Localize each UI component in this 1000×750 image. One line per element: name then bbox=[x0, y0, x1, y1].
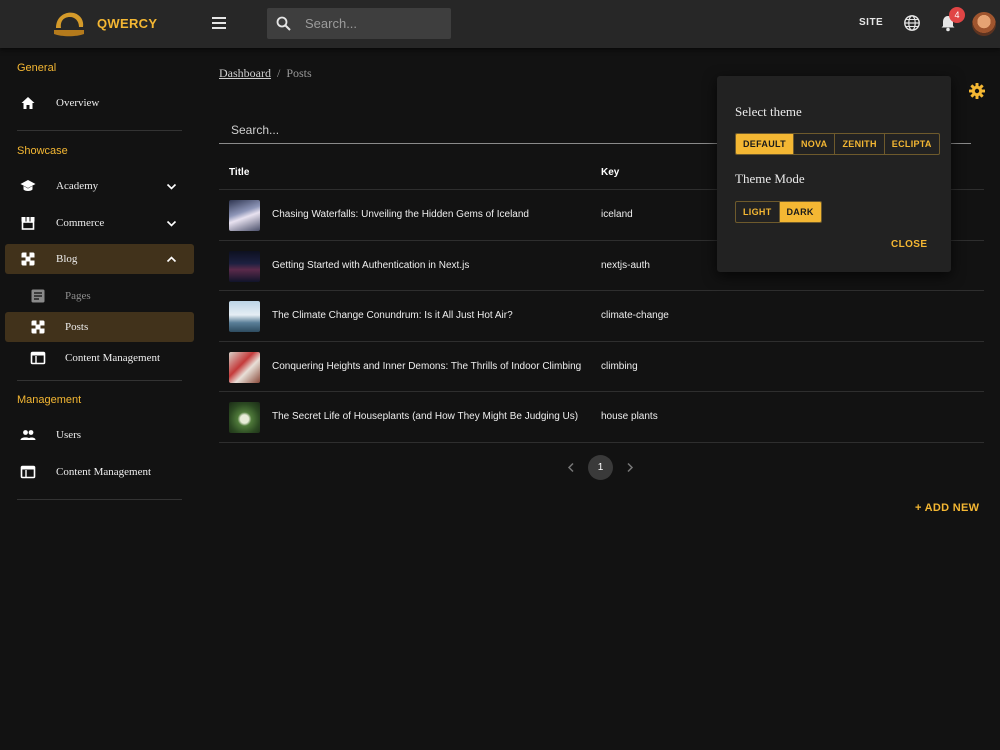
posts-search-placeholder: Search... bbox=[231, 123, 280, 137]
post-key: house plants bbox=[601, 411, 658, 422]
sidebar-item-blog[interactable]: Blog bbox=[5, 244, 194, 274]
logo-icon[interactable] bbox=[52, 8, 86, 38]
sidebar-divider bbox=[17, 130, 182, 131]
sidebar-divider bbox=[17, 380, 182, 381]
mode-option-light[interactable]: LIGHT bbox=[736, 202, 780, 222]
global-search-placeholder: Search... bbox=[305, 16, 358, 31]
post-title: Chasing Waterfalls: Unveiling the Hidden… bbox=[272, 209, 529, 220]
post-key: nextjs-auth bbox=[601, 259, 650, 271]
brand-name[interactable]: QWERCY bbox=[97, 16, 157, 31]
theme-option-default[interactable]: DEFAULT bbox=[736, 134, 794, 154]
chevron-down-icon bbox=[166, 220, 177, 227]
post-key: climate-change bbox=[601, 310, 669, 321]
top-app-bar: QWERCY Search... SITE 4 bbox=[0, 0, 1000, 48]
close-button[interactable]: CLOSE bbox=[891, 239, 927, 250]
sidebar-item-label: Content Management bbox=[65, 352, 161, 364]
post-title: The Secret Life of Houseplants (and How … bbox=[272, 411, 579, 422]
web-icon bbox=[20, 465, 36, 479]
sidebar-item-academy[interactable]: Academy bbox=[5, 171, 194, 201]
theme-mode-heading: Theme Mode bbox=[735, 171, 805, 186]
post-key: climbing bbox=[601, 360, 638, 372]
sidebar-item-label: Overview bbox=[56, 97, 100, 109]
home-icon bbox=[21, 97, 35, 109]
chevron-up-icon bbox=[166, 256, 177, 263]
section-title-showcase: Showcase bbox=[17, 145, 68, 157]
chevron-right-icon[interactable] bbox=[625, 462, 635, 473]
post-thumbnail bbox=[229, 200, 260, 231]
sidebar-item-label: Blog bbox=[56, 253, 78, 265]
search-icon bbox=[276, 16, 291, 31]
sidebar-item-commerce[interactable]: Commerce bbox=[5, 208, 194, 238]
theme-button-group: DEFAULT NOVA ZENITH ECLIPTA bbox=[735, 133, 940, 155]
breadcrumb: Dashboard / Posts bbox=[219, 66, 312, 81]
sidebar-item-label: Pages bbox=[65, 290, 91, 302]
sidebar-item-blog-content-management[interactable]: Content Management bbox=[5, 343, 194, 373]
add-new-button[interactable]: + ADD NEW bbox=[915, 502, 979, 514]
web-icon bbox=[30, 351, 46, 365]
chevron-down-icon bbox=[166, 183, 177, 190]
sidebar-item-content-management[interactable]: Content Management bbox=[5, 457, 194, 487]
sidebar-item-label: Content Management bbox=[56, 466, 152, 478]
sidebar-item-label: Posts bbox=[65, 321, 89, 333]
column-header-title[interactable]: Title bbox=[229, 167, 249, 178]
sidebar-item-pages[interactable]: Pages bbox=[5, 281, 194, 311]
theme-option-eclipta[interactable]: ECLIPTA bbox=[885, 134, 939, 154]
table-row[interactable]: The Climate Change Conundrum: Is it All … bbox=[219, 291, 984, 342]
theme-option-nova[interactable]: NOVA bbox=[794, 134, 836, 154]
breadcrumb-current: Posts bbox=[286, 66, 312, 80]
sidebar-item-users[interactable]: Users bbox=[5, 420, 194, 450]
notification-badge: 4 bbox=[949, 7, 965, 23]
table-row[interactable]: Conquering Heights and Inner Demons: The… bbox=[219, 342, 984, 392]
page-button-1[interactable]: 1 bbox=[588, 455, 613, 480]
menu-icon[interactable] bbox=[209, 14, 229, 34]
avatar[interactable] bbox=[972, 12, 996, 36]
theme-mode-button-group: LIGHT DARK bbox=[735, 201, 822, 223]
post-title: Getting Started with Authentication in N… bbox=[272, 259, 470, 271]
article-icon bbox=[31, 289, 45, 303]
global-search-input[interactable]: Search... bbox=[267, 8, 451, 39]
column-header-key[interactable]: Key bbox=[601, 167, 619, 178]
blog-icon bbox=[21, 252, 35, 266]
storefront-icon bbox=[21, 217, 35, 230]
sidebar-divider bbox=[17, 499, 182, 500]
chevron-left-icon[interactable] bbox=[566, 462, 576, 473]
people-icon bbox=[20, 430, 36, 440]
blog-icon bbox=[31, 320, 45, 334]
sidebar-item-label: Commerce bbox=[56, 217, 105, 229]
section-title-management: Management bbox=[17, 394, 82, 406]
mode-option-dark[interactable]: DARK bbox=[779, 202, 821, 222]
breadcrumb-separator: / bbox=[276, 66, 281, 80]
sidebar-item-posts[interactable]: Posts bbox=[5, 312, 194, 342]
table-row[interactable]: The Secret Life of Houseplants (and How … bbox=[219, 392, 984, 443]
post-title: Conquering Heights and Inner Demons: The… bbox=[272, 360, 582, 372]
site-link[interactable]: SITE bbox=[859, 17, 883, 28]
post-title: The Climate Change Conundrum: Is it All … bbox=[272, 310, 513, 321]
post-thumbnail bbox=[229, 250, 260, 282]
sidebar-item-overview[interactable]: Overview bbox=[5, 88, 194, 118]
post-thumbnail bbox=[229, 301, 260, 332]
section-title-general: General bbox=[17, 62, 57, 74]
school-icon bbox=[20, 180, 36, 191]
sidebar-item-label: Academy bbox=[56, 180, 99, 192]
post-thumbnail bbox=[229, 351, 260, 383]
sidebar: General Overview Showcase Academy Commer… bbox=[0, 48, 197, 750]
breadcrumb-dashboard-link[interactable]: Dashboard bbox=[219, 66, 271, 80]
theme-settings-popover: Select theme DEFAULT NOVA ZENITH ECLIPTA… bbox=[717, 76, 951, 272]
post-key: iceland bbox=[601, 209, 633, 220]
select-theme-heading: Select theme bbox=[735, 104, 802, 119]
globe-icon[interactable] bbox=[903, 14, 921, 32]
post-thumbnail bbox=[229, 402, 260, 433]
gear-icon[interactable] bbox=[968, 82, 986, 100]
sidebar-item-label: Users bbox=[56, 429, 82, 441]
pagination: 1 bbox=[560, 455, 640, 480]
theme-option-zenith[interactable]: ZENITH bbox=[835, 134, 885, 154]
